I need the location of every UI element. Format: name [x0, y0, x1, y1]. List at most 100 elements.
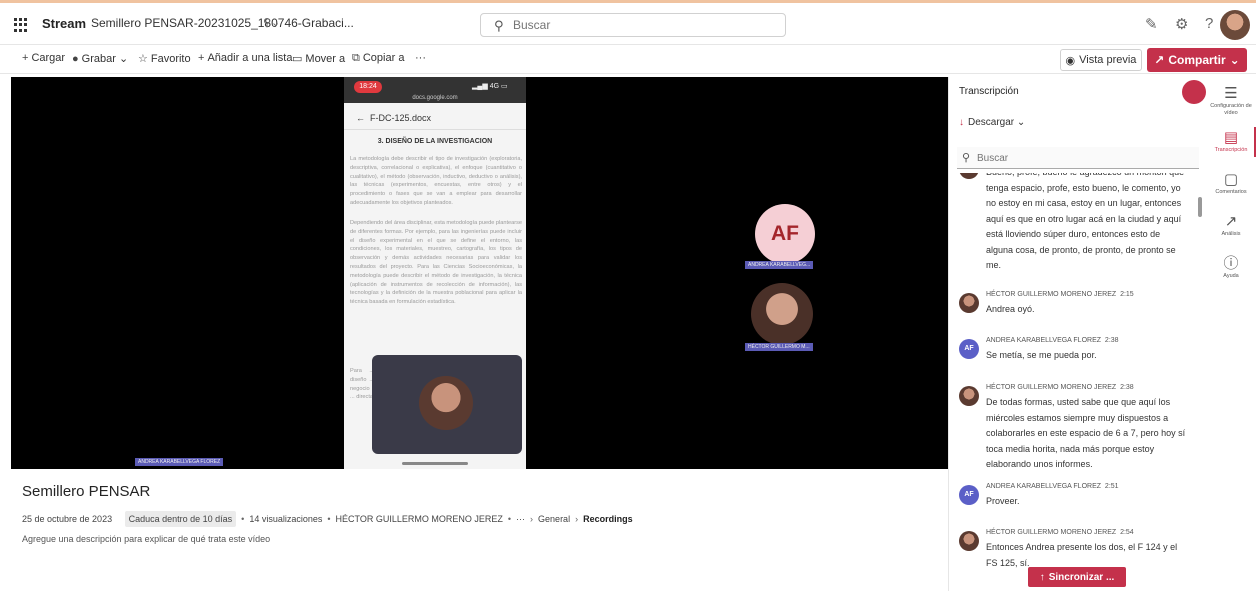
app-name[interactable]: Stream	[42, 16, 86, 31]
phone-time: 18:24	[354, 81, 382, 93]
view-count: 14 visualizaciones	[249, 514, 323, 524]
app-launcher-icon[interactable]	[14, 18, 28, 32]
transcript-text: De todas formas, usted sabe que que aquí…	[986, 397, 1186, 469]
help-icon[interactable]: ?	[1205, 15, 1213, 32]
download-button[interactable]: ↓ Descargar ⌄	[959, 117, 1025, 128]
transcript-list: Bueno, profe, bueno le agradezco un mont…	[949, 173, 1206, 591]
transcript-panel: Transcripción ↓Descargar ⌄ ⚲ Bueno, prof…	[948, 77, 1206, 591]
breadcrumb-more[interactable]: ···	[516, 514, 525, 524]
rail-comments[interactable]: ▢ Comentarios	[1206, 171, 1256, 196]
chevron-right-icon: ›	[575, 514, 579, 524]
top-bar: Stream Semillero PENSAR-20231025_180746-…	[0, 0, 1256, 44]
arrow-up-icon: ↑	[1039, 571, 1045, 583]
self-view-tile	[372, 355, 522, 454]
speaker-avatar: AF	[959, 339, 979, 359]
title-chevron-icon[interactable]: ⚲⌄	[263, 16, 280, 29]
help-icon: ⓘ	[1223, 255, 1239, 272]
phone-doc-paragraph: Para ... diseño ... negocio ... directa	[350, 368, 374, 401]
participant-name-tag: ANDREA KARABELLVEG...	[745, 261, 814, 269]
speaker-avatar	[959, 531, 979, 551]
pen-icon[interactable]: ✎	[1145, 15, 1158, 33]
transcript-speaker: HÉCTOR GUILLERMO MORENO JEREZ 2:38	[986, 384, 1134, 391]
phone-doc-name: ← F-DC-125.docx	[356, 113, 432, 123]
participant-video	[419, 376, 473, 430]
owner-name[interactable]: HÉCTOR GUILLERMO MORENO JEREZ	[336, 514, 503, 524]
rail-help[interactable]: ⓘ Ayuda	[1206, 255, 1256, 280]
search-box[interactable]: ⚲	[480, 13, 786, 37]
user-avatar[interactable]	[1220, 10, 1250, 40]
video-date: 25 de octubre de 2023	[22, 514, 113, 524]
sync-button[interactable]: ↑ Sincronizar ...	[1028, 567, 1126, 587]
transcript-text: Se metía, se me pueda por.	[986, 350, 1097, 360]
scrollbar-thumb[interactable]	[1198, 197, 1202, 217]
panel-close-button[interactable]	[1182, 80, 1206, 104]
rail-video-settings[interactable]: ☰ Configuración de vídeo	[1206, 85, 1256, 117]
star-icon: ☆	[138, 53, 148, 65]
settings-sliders-icon: ☰	[1224, 85, 1238, 102]
right-rail: ☰ Configuración de vídeo ▤ Transcripción…	[1206, 77, 1256, 591]
transcript-icon: ▤	[1223, 129, 1239, 146]
transcript-text: Proveer.	[986, 496, 1020, 506]
transcript-speaker: ANDREA KARABELLVEGA FLOREZ 2:38	[986, 337, 1119, 344]
speaker-avatar	[959, 293, 979, 313]
video-player[interactable]: 18:24 ▂▄▆ 4G ▭ docs.google.com ← F-DC-12…	[11, 77, 948, 469]
chevron-down-icon: ⌄	[118, 53, 129, 65]
search-icon: ⚲	[494, 18, 504, 33]
preview-button[interactable]: ◉ Vista previa	[1060, 49, 1142, 71]
transcript-search-input[interactable]	[977, 151, 1177, 165]
phone-url: docs.google.com	[412, 95, 458, 101]
description-placeholder[interactable]: Agregue una descripción para explicar de…	[22, 534, 270, 544]
transcript-search[interactable]: ⚲	[957, 147, 1199, 169]
plus-icon: +	[22, 52, 29, 64]
more-button[interactable]: ···	[415, 52, 426, 64]
analytics-icon: ↗	[1224, 213, 1238, 230]
phone-doc-paragraph: Dependiendo del área disciplinar, esta m…	[350, 220, 522, 306]
search-icon: ⚲	[962, 152, 971, 164]
phone-network: ▂▄▆ 4G ▭	[472, 83, 508, 90]
comment-icon: ▢	[1223, 171, 1239, 188]
phone-doc-paragraph: La metodología debe describir el tipo de…	[350, 156, 522, 206]
chevron-down-icon: ⌄	[1229, 53, 1240, 67]
chevron-right-icon: ›	[530, 514, 534, 524]
upload-button[interactable]: + Cargar	[22, 52, 65, 64]
search-input[interactable]	[513, 17, 773, 33]
speaker-avatar	[959, 386, 979, 406]
presenter-name-tag: ANDREA KARABELLVEGA FLOREZ	[135, 458, 224, 466]
copy-icon: ⧉	[352, 52, 360, 64]
favorite-button[interactable]: ☆ Favorito	[138, 52, 191, 65]
add-to-list-button[interactable]: + Añadir a una lista	[198, 52, 292, 64]
transcript-text: Bueno, profe, bueno le agradezco un mont…	[986, 173, 1184, 270]
battery-icon: ▭	[500, 83, 508, 90]
breadcrumb-general[interactable]: General	[538, 514, 570, 524]
download-icon: ↓	[959, 117, 964, 128]
participant-video	[751, 283, 813, 345]
rail-transcript[interactable]: ▤ Transcripción	[1206, 129, 1256, 154]
transcript-text: Andrea oyó.	[986, 304, 1035, 314]
phone-doc-heading: 3. DISEÑO DE LA INVESTIGACION	[377, 138, 493, 145]
gear-icon[interactable]: ⚙	[1175, 15, 1188, 33]
move-to-button[interactable]: ▭ Mover a	[292, 52, 345, 65]
speaker-avatar	[959, 173, 979, 179]
transcript-speaker: HÉCTOR GUILLERMO MORENO JEREZ 2:15	[986, 291, 1134, 298]
rail-analytics[interactable]: ↗ Análisis	[1206, 213, 1256, 238]
breadcrumb-recordings[interactable]: Recordings	[583, 514, 633, 524]
command-bar: + Cargar ● Grabar ⌄ ☆ Favorito + Añadir a un…	[0, 44, 1256, 74]
share-button[interactable]: ↗ Compartir ⌄	[1147, 48, 1247, 72]
participant-avatar: AF	[755, 204, 815, 264]
phone-home-bar	[402, 462, 468, 465]
video-title: Semillero PENSAR	[22, 483, 151, 500]
back-arrow-icon: ←	[356, 113, 365, 123]
panel-title: Transcripción	[959, 86, 1019, 97]
expiration-badge[interactable]: Caduca dentro de 10 días	[124, 511, 237, 527]
video-meta: 25 de octubre de 2023 Caduca dentro de 1…	[22, 511, 633, 527]
move-icon: ▭	[292, 53, 303, 65]
file-title[interactable]: Semillero PENSAR-20231025_180746-Grabaci…	[91, 16, 354, 30]
speaker-avatar: AF	[959, 485, 979, 505]
signal-icon: ▂▄▆	[472, 83, 488, 90]
transcript-speaker: HÉCTOR GUILLERMO MORENO JEREZ 2:54	[986, 529, 1134, 536]
record-button[interactable]: ● Grabar ⌄	[72, 52, 128, 65]
plus-icon: +	[198, 52, 205, 64]
copy-to-button[interactable]: ⧉ Copiar a	[352, 52, 404, 65]
share-icon: ↗	[1154, 53, 1165, 67]
divider	[344, 129, 526, 130]
